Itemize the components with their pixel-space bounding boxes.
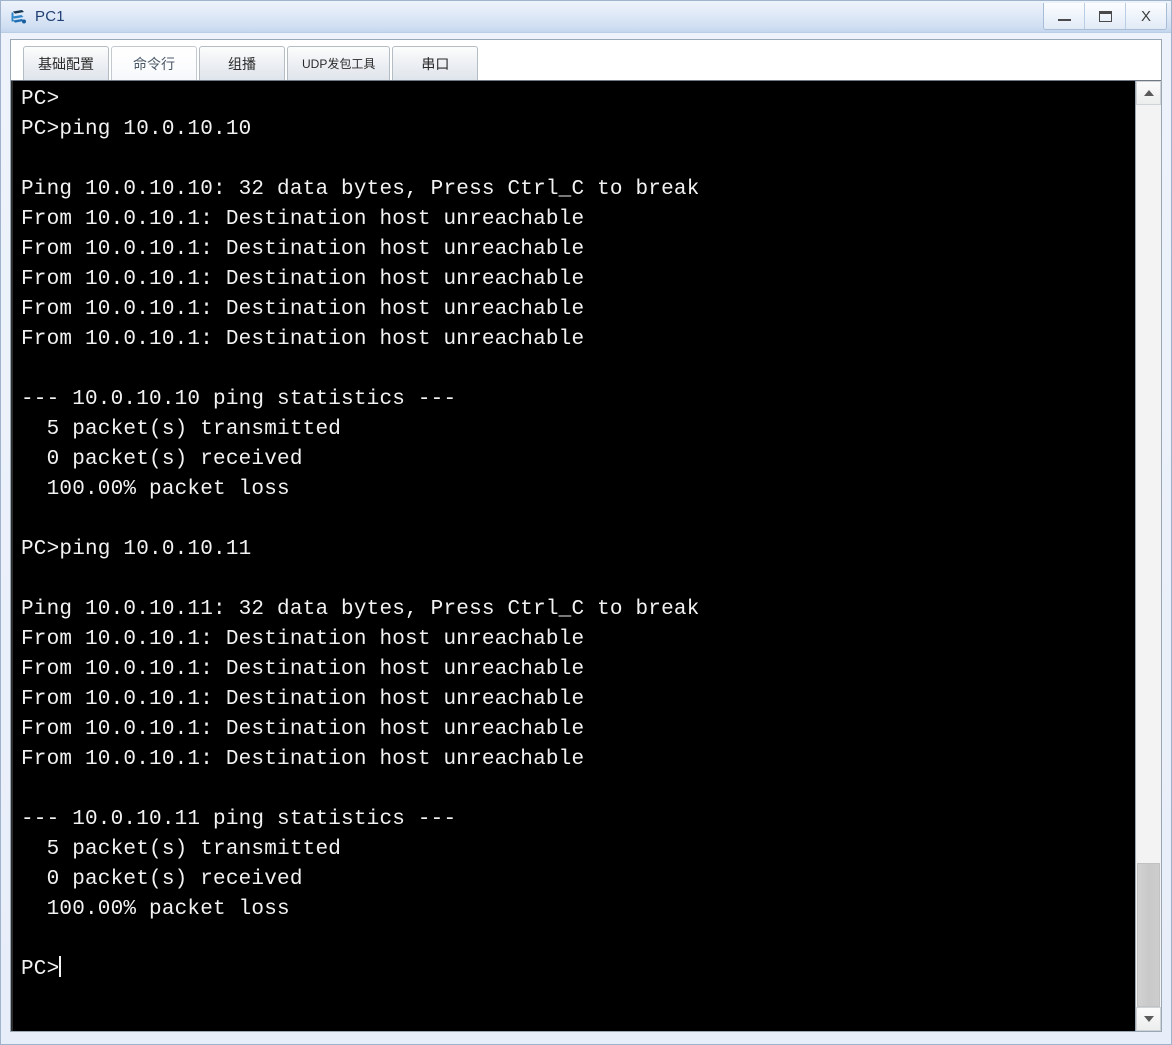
pc-device-icon [9,7,29,27]
terminal-line: From 10.0.10.1: Destination host unreach… [21,718,585,741]
chevron-up-icon [1143,90,1154,96]
terminal-line: 0 packet(s) received [21,868,303,891]
scrollbar-track[interactable] [1136,105,1161,1007]
scroll-down-button[interactable] [1136,1007,1161,1031]
tab-serial-port[interactable]: 串口 [392,46,479,80]
titlebar-left-group: PC1 [9,7,65,27]
terminal-line: --- 10.0.10.11 ping statistics --- [21,808,457,831]
tab-serial-port-label: 串口 [421,55,450,72]
terminal-line: PC> [21,88,60,111]
terminal-line: From 10.0.10.1: Destination host unreach… [21,238,585,261]
close-button[interactable]: X [1126,3,1166,29]
tab-basic-config-label: 基础配置 [38,55,94,72]
tab-command-line-label: 命令行 [133,55,175,72]
terminal-line: PC>ping 10.0.10.11 [21,538,252,561]
scrollbar-thumb[interactable] [1137,862,1160,1007]
terminal-line: From 10.0.10.1: Destination host unreach… [21,268,585,291]
terminal-output: PC> PC>ping 10.0.10.10 Ping 10.0.10.10: 32… [21,85,1135,985]
terminal-line: From 10.0.10.1: Destination host unreach… [21,628,585,651]
tab-udp-packet-tool[interactable]: UDP发包工具 [287,46,391,80]
window-title: PC1 [35,8,65,25]
terminal-scrollbar[interactable] [1135,81,1161,1031]
window-client-area: 基础配置 命令行 组播 UDP发包工具 串口 PC> PC>ping 10.0.1… [1,33,1171,1044]
maximize-button[interactable] [1085,3,1126,29]
scroll-up-button[interactable] [1136,81,1161,105]
terminal-line: Ping 10.0.10.11: 32 data bytes, Press Ct… [21,598,700,621]
terminal-line: PC>ping 10.0.10.10 [21,118,252,141]
tab-multicast-label: 组播 [228,55,256,72]
close-icon: X [1140,7,1151,25]
tab-command-line[interactable]: 命令行 [111,46,197,80]
terminal-line: 100.00% packet loss [21,898,290,921]
minimize-button[interactable] [1044,3,1085,29]
terminal-line: From 10.0.10.1: Destination host unreach… [21,688,585,711]
terminal-line: 100.00% packet loss [21,478,290,501]
chevron-down-icon [1143,1016,1154,1022]
tab-multicast[interactable]: 组播 [199,46,285,80]
terminal-area: PC> PC>ping 10.0.10.10 Ping 10.0.10.10: 32… [11,80,1161,1031]
minimize-icon [1057,19,1071,21]
pc1-window: PC1 X 基础配置 命令行 组播 UDP发包工具 串口 PC> PC>ping… [0,0,1172,1045]
terminal-line: From 10.0.10.1: Destination host unreach… [21,328,585,351]
terminal-line: Ping 10.0.10.10: 32 data bytes, Press Ct… [21,178,700,201]
tab-udp-packet-tool-label: UDP发包工具 [302,57,376,71]
terminal-cursor [59,956,62,977]
terminal-line: From 10.0.10.1: Destination host unreach… [21,658,585,681]
terminal-line: 0 packet(s) received [21,448,303,471]
window-controls: X [1043,3,1167,30]
terminal-line: From 10.0.10.1: Destination host unreach… [21,208,585,231]
terminal-line: From 10.0.10.1: Destination host unreach… [21,298,585,321]
window-titlebar[interactable]: PC1 X [1,1,1171,33]
terminal-line: 5 packet(s) transmitted [21,418,342,441]
tab-strip: 基础配置 命令行 组播 UDP发包工具 串口 [11,40,1161,80]
terminal-line: 5 packet(s) transmitted [21,838,342,861]
terminal-line: --- 10.0.10.10 ping statistics --- [21,388,457,411]
terminal-line: From 10.0.10.1: Destination host unreach… [21,748,585,771]
content-panel: 基础配置 命令行 组播 UDP发包工具 串口 PC> PC>ping 10.0.1… [10,39,1162,1032]
maximize-icon [1098,10,1112,22]
tab-basic-config[interactable]: 基础配置 [23,46,109,80]
terminal-console[interactable]: PC> PC>ping 10.0.10.10 Ping 10.0.10.10: 32… [11,81,1135,1031]
terminal-line: PC> [21,956,62,981]
